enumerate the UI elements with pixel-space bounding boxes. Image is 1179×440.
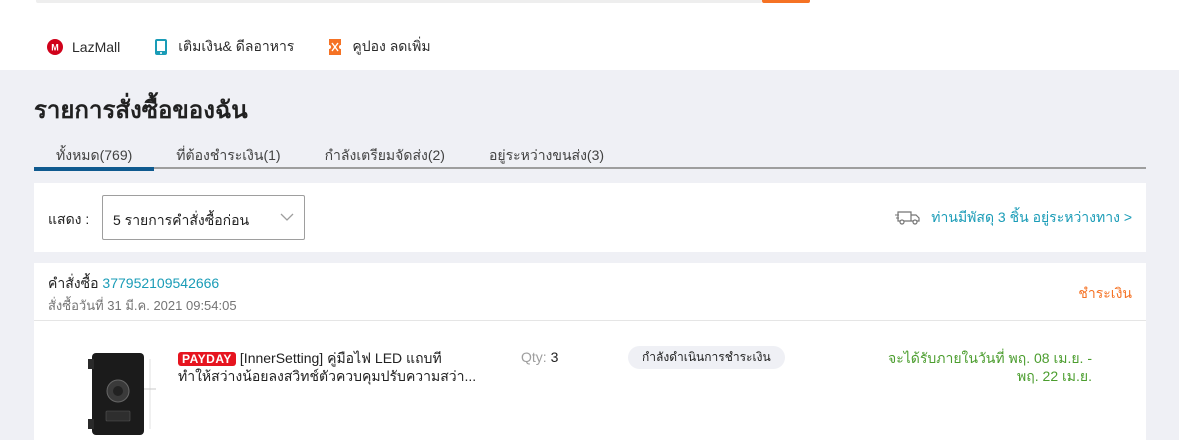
order-header: คำสั่งซื้อ 377952109542666 สั่งซื้อวันที…	[34, 263, 1146, 321]
search-button[interactable]	[762, 0, 810, 3]
payday-badge: PAYDAY	[178, 352, 236, 366]
coupon-icon	[326, 38, 344, 56]
delivery-line2: พฤ. 22 เม.ย.	[1017, 368, 1092, 384]
filter-bar: แสดง : 5 รายการคำสั่งซื้อก่อน ท่านมีพัสด…	[34, 183, 1146, 252]
svg-text:M: M	[51, 43, 59, 53]
order-number: คำสั่งซื้อ 377952109542666	[48, 273, 219, 295]
qty-label: Qty:	[521, 349, 547, 365]
order-count-select[interactable]: 5 รายการคำสั่งซื้อก่อน	[102, 195, 305, 240]
truck-icon	[895, 209, 921, 228]
quantity: Qty: 3	[521, 349, 558, 365]
search-bar[interactable]	[36, 0, 762, 3]
delivery-line1: จะได้รับภายในวันที่ พฤ. 08 เม.ย. -	[887, 350, 1092, 366]
in-transit-link[interactable]: ท่านมีพัสดุ 3 ชิ้น อยู่ระหว่างทาง >	[895, 207, 1132, 229]
order-tabs: ทั้งหมด(769) ที่ต้องชำระเงิน(1) กำลังเตร…	[34, 140, 1146, 171]
tab-shipping[interactable]: อยู่ระหว่างขนส่ง(3)	[467, 140, 626, 169]
quicklink-label: เติมเงิน& ดีลอาหาร	[178, 38, 295, 54]
page-title: รายการสั่งซื้อของฉัน	[34, 97, 248, 124]
pay-button[interactable]: ชำระเงิน	[1078, 283, 1132, 305]
select-value: 5 รายการคำสั่งซื้อก่อน	[113, 212, 250, 228]
product-title-line2: ทำให้สว่างน้อยลงสวิทช์ตัวควบคุมปรับความส…	[178, 368, 477, 384]
chevron-down-icon	[278, 208, 296, 231]
show-label: แสดง :	[48, 211, 90, 227]
order-card: คำสั่งซื้อ 377952109542666 สั่งซื้อวันที…	[34, 263, 1146, 440]
quicklink-label: คูปอง ลดเพิ่ม	[352, 38, 431, 54]
order-number-link[interactable]: 377952109542666	[102, 275, 219, 291]
product-title[interactable]: PAYDAY [InnerSetting] คู่มือไฟ LED แถบที …	[178, 349, 508, 385]
delivery-estimate: จะได้รับภายในวันที่ พฤ. 08 เม.ย. - พฤ. 2…	[832, 349, 1092, 385]
qty-value: 3	[550, 349, 559, 365]
tab-all[interactable]: ทั้งหมด(769)	[34, 140, 155, 171]
quicklink-lazmall[interactable]: M LazMall	[46, 38, 120, 56]
quicklink-coupon[interactable]: คูปอง ลดเพิ่ม	[326, 36, 431, 58]
tab-to-pay[interactable]: ที่ต้องชำระเงิน(1)	[154, 140, 302, 169]
in-transit-text: ท่านมีพัสดุ 3 ชิ้น อยู่ระหว่างทาง >	[931, 209, 1132, 225]
lazmall-icon: M	[46, 38, 64, 56]
order-date: สั่งซื้อวันที่ 31 มี.ค. 2021 09:54:05	[48, 298, 237, 313]
quicklink-topup[interactable]: เติมเงิน& ดีลอาหาร	[152, 36, 294, 58]
top-header: M LazMall เติมเงิน& ดีลอาหาร คูปอง ลดเพิ…	[0, 0, 1179, 70]
product-title-line1: [InnerSetting] คู่มือไฟ LED แถบที	[239, 350, 442, 366]
status-badge: กำลังดำเนินการชำระเงิน	[628, 346, 785, 369]
order-number-label: คำสั่งซื้อ	[48, 275, 99, 291]
mobile-topup-icon	[152, 38, 170, 56]
product-image[interactable]	[84, 349, 164, 439]
quick-links: M LazMall เติมเงิน& ดีลอาหาร คูปอง ลดเพิ…	[46, 36, 463, 58]
quicklink-label: LazMall	[72, 39, 121, 55]
tab-to-ship[interactable]: กำลังเตรียมจัดส่ง(2)	[303, 140, 467, 169]
